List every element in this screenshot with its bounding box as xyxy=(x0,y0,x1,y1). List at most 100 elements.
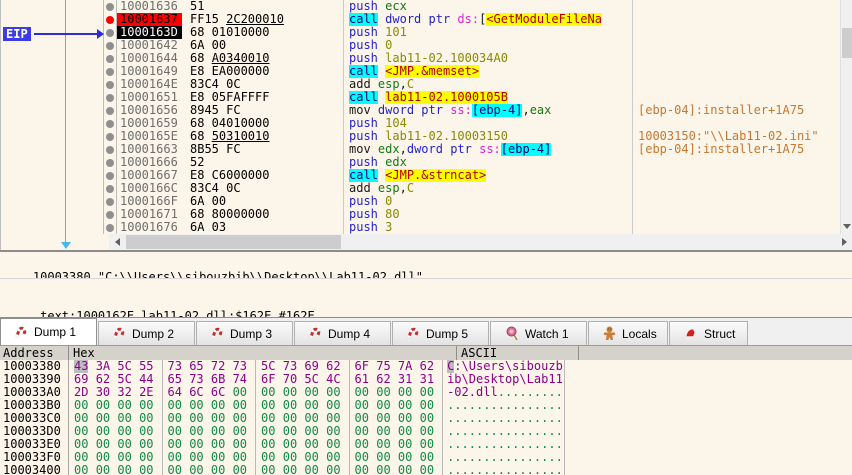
instruction-dot[interactable] xyxy=(106,185,114,193)
hex-byte[interactable]: 00 xyxy=(189,450,203,464)
tab-dump-4[interactable]: Dump 4 xyxy=(294,321,391,345)
hex-byte[interactable]: 00 xyxy=(326,463,340,475)
ascii-char[interactable]: . xyxy=(490,425,497,438)
ascii-char[interactable]: l xyxy=(490,386,497,399)
ascii-char[interactable]: . xyxy=(519,451,526,464)
hex-byte[interactable]: 6C xyxy=(211,385,225,399)
ascii-char[interactable]: . xyxy=(469,464,476,475)
ascii-char[interactable]: . xyxy=(498,399,505,412)
hex-byte[interactable]: 30 xyxy=(96,385,110,399)
ascii-char[interactable]: . xyxy=(490,464,497,475)
hex-byte[interactable]: 4C xyxy=(326,372,340,386)
disasm-row[interactable]: 10001637FF15 2C200010call dword ptr ds:[… xyxy=(1,13,841,26)
hex-byte[interactable]: 00 xyxy=(355,450,369,464)
hex-byte[interactable]: 00 xyxy=(139,424,153,438)
ascii-char[interactable]: . xyxy=(462,451,469,464)
hex-byte[interactable]: 00 xyxy=(283,463,297,475)
hex-byte[interactable]: 00 xyxy=(261,450,275,464)
hex-byte[interactable]: 00 xyxy=(211,411,225,425)
ascii-char[interactable]: : xyxy=(454,360,461,373)
hex-byte[interactable]: 70 xyxy=(283,372,297,386)
ascii-char[interactable]: . xyxy=(498,386,505,399)
hex-byte[interactable]: 00 xyxy=(304,463,318,475)
hex-byte[interactable]: 00 xyxy=(117,437,131,451)
instruction-dot[interactable] xyxy=(106,211,114,219)
hex-byte[interactable]: 00 xyxy=(376,411,390,425)
ascii-char[interactable]: D xyxy=(469,373,476,386)
ascii-char[interactable]: z xyxy=(548,360,555,373)
ascii-char[interactable]: . xyxy=(548,464,555,475)
ascii-char[interactable]: . xyxy=(556,399,563,412)
ascii-char[interactable]: . xyxy=(498,464,505,475)
disasm-row[interactable]: 1000166C83C4 0Cadd esp,C xyxy=(1,182,841,195)
ascii-char[interactable]: r xyxy=(490,360,497,373)
ascii-char[interactable]: . xyxy=(519,386,526,399)
ascii-char[interactable]: . xyxy=(490,438,497,451)
hex-byte[interactable]: 00 xyxy=(96,398,110,412)
hex-byte[interactable]: 00 xyxy=(74,398,88,412)
breakpoint-cell[interactable] xyxy=(104,182,117,195)
hex-byte[interactable]: 00 xyxy=(261,424,275,438)
ascii-char[interactable]: s xyxy=(498,360,505,373)
ascii-char[interactable]: . xyxy=(527,464,534,475)
hex-byte[interactable]: 00 xyxy=(189,437,203,451)
ascii-char[interactable]: . xyxy=(454,438,461,451)
hex-byte[interactable]: 00 xyxy=(376,450,390,464)
ascii-char[interactable]: i xyxy=(519,360,526,373)
ascii-char[interactable]: . xyxy=(469,438,476,451)
ascii-char[interactable]: . xyxy=(548,438,555,451)
hex-byte[interactable]: 00 xyxy=(398,424,412,438)
hex-byte[interactable]: 00 xyxy=(139,463,153,475)
hex-byte[interactable]: 00 xyxy=(304,424,318,438)
ascii-char[interactable]: . xyxy=(556,412,563,425)
hex-byte[interactable]: 00 xyxy=(211,463,225,475)
hex-byte[interactable]: 00 xyxy=(261,437,275,451)
hex-byte[interactable]: 00 xyxy=(304,411,318,425)
ascii-char[interactable]: . xyxy=(556,451,563,464)
hex-byte[interactable]: 00 xyxy=(376,463,390,475)
disasm-row[interactable]: 1000165E68 50310010push lab11-02.1000315… xyxy=(1,130,841,143)
horizontal-scrollbar-thumb[interactable] xyxy=(126,235,341,249)
hex-byte[interactable]: 00 xyxy=(355,437,369,451)
instruction-dot[interactable] xyxy=(106,94,114,102)
breakpoint-cell[interactable] xyxy=(104,65,117,78)
ascii-char[interactable]: . xyxy=(519,412,526,425)
disasm-row[interactable]: 10001667E8 C6000000call <JMP.&strncat> xyxy=(1,169,841,182)
breakpoint-cell[interactable] xyxy=(104,0,117,13)
instruction-dot[interactable] xyxy=(106,146,114,154)
hex-byte[interactable]: 00 xyxy=(304,450,318,464)
hex-byte[interactable]: 00 xyxy=(355,398,369,412)
hex-byte[interactable]: 00 xyxy=(117,424,131,438)
hex-byte[interactable]: 00 xyxy=(211,398,225,412)
ascii-char[interactable]: . xyxy=(527,451,534,464)
ascii-char[interactable]: . xyxy=(490,451,497,464)
ascii-char[interactable]: \ xyxy=(462,373,469,386)
hex-byte[interactable]: 00 xyxy=(211,424,225,438)
disasm-row[interactable]: 10001651E8 05FAFFFFcall lab11-02.1000105… xyxy=(1,91,841,104)
hex-byte[interactable]: 65 xyxy=(168,372,182,386)
hex-byte[interactable]: 00 xyxy=(117,463,131,475)
ascii-char[interactable]: b xyxy=(527,360,534,373)
ascii-char[interactable]: . xyxy=(490,412,497,425)
instruction-dot[interactable] xyxy=(106,55,114,63)
hex-byte[interactable]: 6B xyxy=(211,372,225,386)
hex-byte[interactable]: 00 xyxy=(283,398,297,412)
hex-byte[interactable]: 00 xyxy=(326,437,340,451)
ascii-char[interactable]: . xyxy=(519,425,526,438)
ascii-char[interactable]: . xyxy=(548,451,555,464)
hex-byte[interactable]: 00 xyxy=(233,411,247,425)
hex-byte[interactable]: 00 xyxy=(420,463,434,475)
hex-byte[interactable]: 00 xyxy=(304,398,318,412)
ascii-char[interactable]: . xyxy=(519,464,526,475)
scroll-down-button[interactable] xyxy=(841,220,852,232)
breakpoint-cell[interactable] xyxy=(104,39,117,52)
hex-byte[interactable]: 00 xyxy=(74,463,88,475)
hex-byte[interactable]: 00 xyxy=(261,385,275,399)
hex-byte[interactable]: 00 xyxy=(96,411,110,425)
breakpoint-cell[interactable] xyxy=(104,143,117,156)
tab-locals[interactable]: Locals xyxy=(588,321,668,345)
ascii-char[interactable]: \ xyxy=(462,360,469,373)
hex-byte[interactable]: 00 xyxy=(326,411,340,425)
ascii-char[interactable]: . xyxy=(490,399,497,412)
hex-byte[interactable]: 6C xyxy=(189,385,203,399)
